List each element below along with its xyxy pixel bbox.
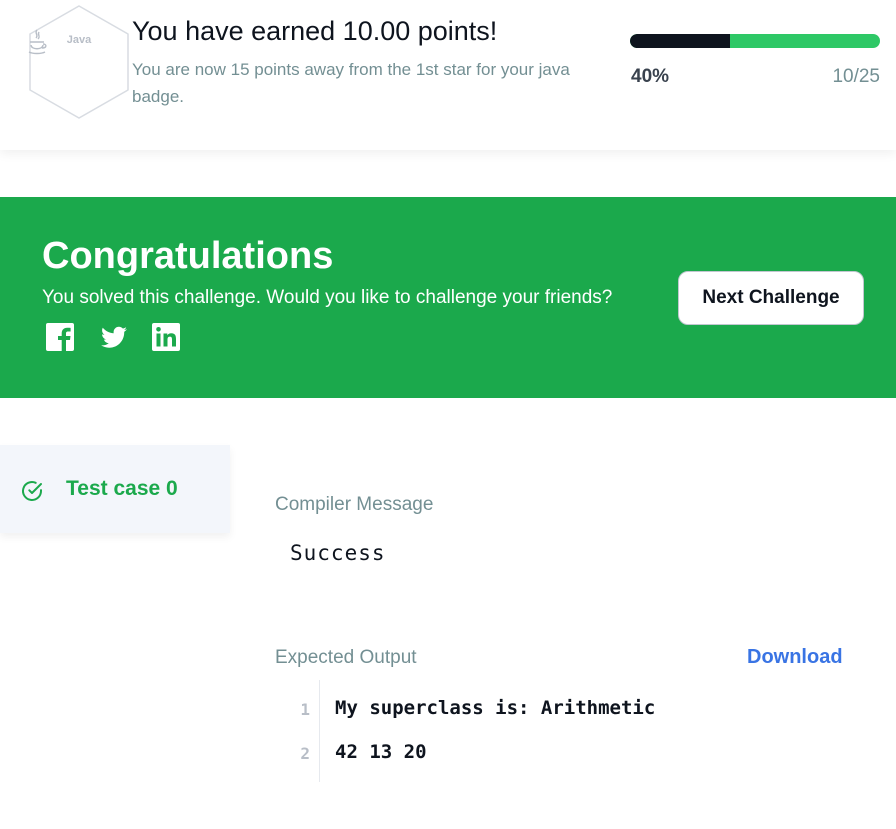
expected-output-block: 1 2 My superclass is: Arithmetic 42 13 2… bbox=[276, 680, 876, 782]
download-link[interactable]: Download bbox=[747, 646, 843, 669]
compiler-message: Success bbox=[290, 541, 386, 565]
linkedin-icon[interactable] bbox=[150, 321, 182, 353]
badge-hexagon bbox=[29, 5, 129, 119]
points-earned-title: You have earned 10.00 points! bbox=[132, 16, 498, 46]
next-challenge-button[interactable]: Next Challenge bbox=[678, 271, 864, 325]
facebook-icon[interactable] bbox=[44, 321, 76, 353]
line-number: 1 bbox=[300, 700, 310, 719]
line-number: 2 bbox=[300, 744, 310, 763]
page: Java You have earned 10.00 points! You a… bbox=[0, 0, 896, 829]
output-line: My superclass is: Arithmetic bbox=[335, 697, 656, 719]
points-subtitle: You are now 15 points away from the 1st … bbox=[132, 60, 570, 106]
java-badge: Java bbox=[26, 4, 132, 120]
twitter-icon[interactable] bbox=[98, 321, 130, 353]
congratulations-message: You solved this challenge. Would you lik… bbox=[42, 287, 613, 308]
output-line: 42 13 20 bbox=[335, 741, 427, 763]
congratulations-title: Congratulations bbox=[42, 235, 334, 277]
expected-output-label: Expected Output bbox=[275, 647, 417, 668]
badge-progress-bar bbox=[630, 34, 880, 48]
progress-fill bbox=[630, 34, 730, 48]
compiler-message-label: Compiler Message bbox=[275, 494, 434, 515]
tab-test-case-0[interactable]: Test case 0 bbox=[0, 445, 230, 533]
line-number-gutter: 1 2 bbox=[276, 680, 320, 782]
congratulations-banner: Congratulations You solved this challeng… bbox=[0, 197, 896, 398]
check-circle-icon bbox=[22, 481, 42, 501]
points-banner: Java You have earned 10.00 points! You a… bbox=[0, 0, 896, 150]
progress-count: 10/25 bbox=[832, 66, 880, 87]
java-icon bbox=[28, 29, 47, 55]
tab-label: Test case 0 bbox=[66, 477, 178, 500]
progress-percent: 40% bbox=[631, 66, 670, 87]
